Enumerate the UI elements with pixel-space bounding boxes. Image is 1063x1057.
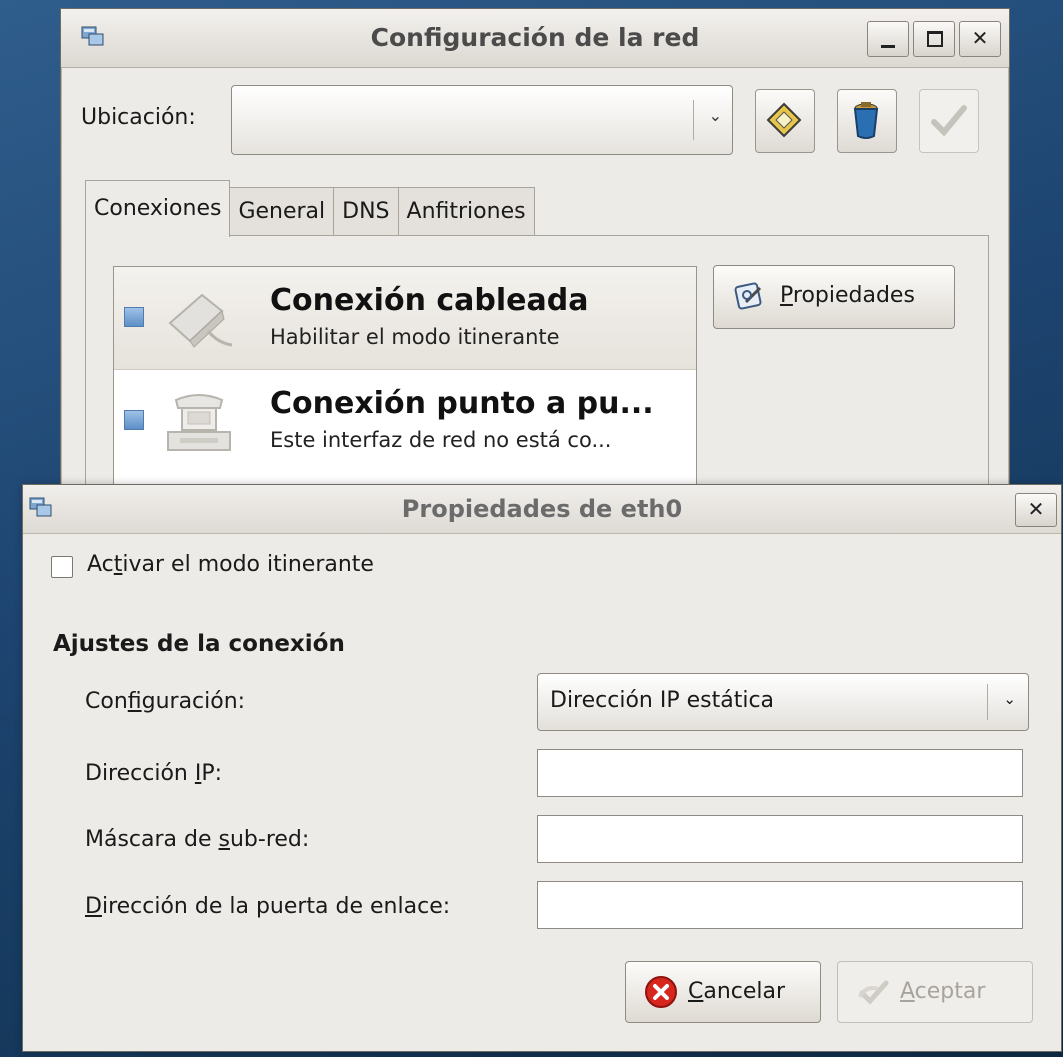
roaming-label[interactable]: Activar el modo itinerante [87, 552, 374, 577]
window-titlebar[interactable]: Configuración de la red ✕ [61, 9, 1009, 68]
activate-location-button[interactable] [919, 89, 979, 153]
save-icon [766, 102, 802, 138]
connection-enabled-checkbox[interactable] [124, 410, 144, 430]
tab-conexiones[interactable]: Conexiones [85, 180, 231, 237]
tab-anfitriones[interactable]: Anfitriones [397, 187, 535, 236]
network-config-window: Configuración de la red ✕ Ubicación: ⌄ C… [60, 8, 1010, 568]
cancel-icon [645, 976, 677, 1008]
gateway-field[interactable] [537, 881, 1023, 929]
connection-description: Habilitar el modo itinerante [270, 325, 560, 349]
accept-label: Aceptar [900, 979, 986, 1004]
ip-address-field[interactable] [537, 749, 1023, 797]
location-combobox[interactable]: ⌄ [231, 85, 733, 155]
configuration-combobox[interactable]: Dirección IP estática ⌄ [537, 673, 1029, 731]
tab-bar: Conexiones General DNS Anfitriones [85, 179, 535, 237]
maximize-icon [927, 31, 943, 47]
combo-separator [987, 684, 988, 720]
connection-settings-heading: Ajustes de la conexión [53, 631, 345, 657]
configuration-label: Configuración: [85, 689, 246, 714]
tab-general[interactable]: General [229, 187, 335, 236]
connection-enabled-checkbox[interactable] [124, 307, 144, 327]
minimize-button[interactable] [867, 21, 909, 57]
delete-location-button[interactable] [837, 89, 897, 153]
close-icon: ✕ [1027, 497, 1045, 521]
netmask-label: Máscara de sub-red: [85, 827, 310, 852]
dialog-titlebar[interactable]: Propiedades de eth0 ✕ [23, 485, 1061, 534]
connection-name: Conexión cableada [270, 283, 589, 318]
minimize-icon [881, 45, 895, 48]
combo-separator [693, 100, 694, 140]
accept-icon [858, 980, 889, 1005]
ip-address-label: Dirección IP: [85, 761, 223, 786]
checkmark-icon [931, 105, 967, 137]
roaming-checkbox[interactable] [51, 556, 73, 578]
maximize-button[interactable] [913, 21, 955, 57]
configuration-value: Dirección IP estática [550, 688, 775, 713]
list-item[interactable]: Conexión punto a pu... Este interfaz de … [114, 370, 696, 472]
close-button[interactable]: ✕ [959, 21, 1001, 57]
list-item[interactable]: Conexión cableada Habilitar el modo itin… [114, 267, 696, 370]
connection-description: Este interfaz de red no está co... [270, 428, 612, 452]
network-wired-icon [168, 293, 233, 348]
eth0-properties-dialog: Propiedades de eth0 ✕ Activar el modo it… [22, 484, 1062, 1052]
properties-icon [734, 282, 762, 310]
properties-button[interactable]: Propiedades [713, 265, 955, 329]
location-label: Ubicación: [81, 105, 196, 130]
close-icon: ✕ [971, 26, 989, 50]
properties-label: Propiedades [780, 283, 915, 308]
trash-icon [853, 102, 879, 139]
tab-dns[interactable]: DNS [333, 187, 399, 236]
connection-name: Conexión punto a pu... [270, 386, 654, 421]
gateway-label: Dirección de la puerta de enlace: [85, 894, 451, 919]
dialog-title: Propiedades de eth0 [401, 495, 683, 523]
telephone-modem-icon [167, 394, 231, 451]
cancel-button[interactable]: Cancelar [625, 961, 821, 1023]
accept-button[interactable]: Aceptar [837, 961, 1033, 1023]
netmask-field[interactable] [537, 815, 1023, 863]
save-location-button[interactable] [755, 89, 815, 153]
cancel-label: Cancelar [688, 979, 786, 1004]
chevron-down-icon: ⌄ [1003, 690, 1016, 708]
dialog-close-button[interactable]: ✕ [1015, 493, 1057, 527]
chevron-down-icon: ⌄ [708, 106, 722, 125]
